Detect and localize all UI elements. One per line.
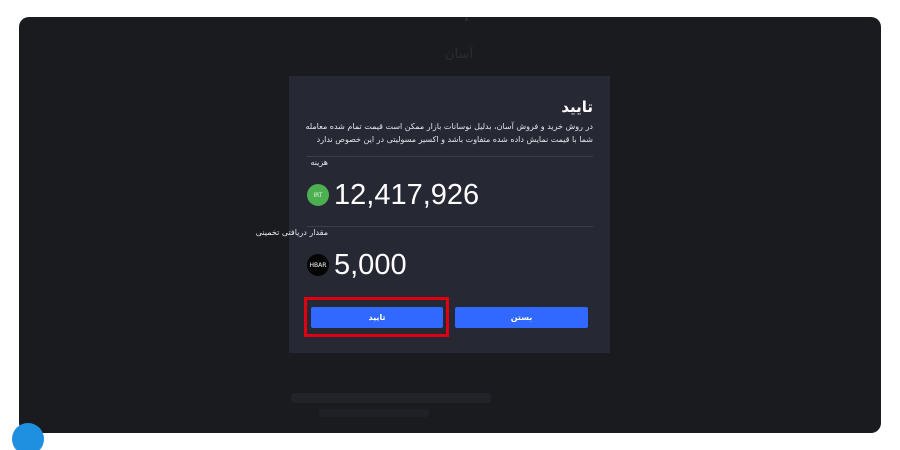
- hbar-coin-icon: HBAR: [307, 254, 329, 276]
- chat-widget-button[interactable]: [12, 423, 44, 450]
- receive-row: HBAR 5,000: [307, 248, 407, 282]
- receive-label: مقدار دریافتی تخمینی: [255, 228, 328, 237]
- background-title: آسان: [445, 47, 474, 62]
- cost-label: هزینه: [310, 158, 328, 167]
- dialog-title: تایید: [561, 98, 593, 116]
- dialog-description: در روش خرید و فروش آسان، بدلیل نوسانات ب…: [305, 122, 593, 144]
- close-button[interactable]: بستن: [455, 307, 588, 328]
- background-placeholder: [319, 409, 429, 417]
- receive-amount: 5,000: [334, 248, 407, 281]
- confirm-dialog: تایید در روش خرید و فروش آسان، بدلیل نوس…: [256, 76, 610, 353]
- cost-row: IRT 12,417,926: [307, 178, 479, 212]
- divider: [307, 156, 593, 157]
- confirm-button[interactable]: تایید: [311, 307, 443, 328]
- cost-amount: 12,417,926: [334, 178, 480, 211]
- background-placeholder: [291, 393, 491, 403]
- irt-coin-icon: IRT: [307, 184, 329, 206]
- divider: [307, 226, 593, 227]
- background-mark: •: [463, 17, 471, 27]
